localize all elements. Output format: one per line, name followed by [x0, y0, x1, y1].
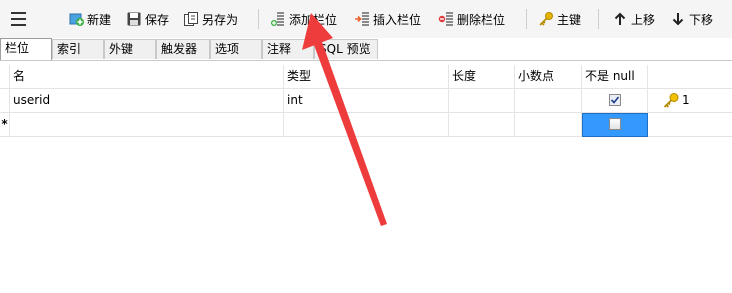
column-header-decimals[interactable]: 小数点 — [515, 65, 582, 89]
delete-field-button[interactable]: 删除栏位 — [438, 10, 505, 28]
field-length-cell[interactable] — [449, 89, 515, 113]
insert-field-button[interactable]: 插入栏位 — [354, 10, 421, 28]
tab-comment[interactable]: 注释 — [262, 39, 314, 59]
tab-sql-preview-label: SQL 预览 — [319, 42, 371, 56]
row-marker-header — [0, 65, 10, 89]
field-decimals-cell[interactable] — [515, 113, 582, 137]
toolbar-separator — [526, 9, 527, 29]
tab-triggers-label: 触发器 — [161, 42, 198, 56]
field-type-cell[interactable]: int — [284, 89, 449, 113]
primary-key-button-label: 主键 — [557, 12, 582, 27]
table-row[interactable]: * — [0, 113, 732, 137]
column-header-key — [648, 65, 732, 89]
move-up-button-label: 上移 — [631, 12, 656, 27]
tab-options-label: 选项 — [215, 42, 240, 56]
tab-sql-preview[interactable]: SQL 预览 — [314, 39, 378, 59]
new-row-marker: * — [0, 113, 10, 137]
tab-options[interactable]: 选项 — [210, 39, 262, 59]
column-header-type[interactable]: 类型 — [284, 65, 449, 89]
field-decimals-cell[interactable] — [515, 89, 582, 113]
column-header-name[interactable]: 名 — [10, 65, 284, 89]
field-name-cell[interactable] — [10, 113, 284, 137]
insert-field-button-label: 插入栏位 — [373, 12, 422, 27]
add-field-button-label: 添加栏位 — [289, 12, 338, 27]
not-null-checkbox[interactable] — [609, 118, 621, 130]
new-button-label: 新建 — [87, 12, 112, 27]
field-type-cell[interactable] — [284, 113, 449, 137]
save-button[interactable]: 保存 — [126, 10, 169, 28]
menu-icon[interactable] — [11, 12, 26, 26]
add-field-icon — [270, 11, 286, 27]
insert-field-icon — [354, 11, 370, 27]
field-not-null-cell-selected[interactable] — [582, 113, 648, 137]
field-key-cell[interactable] — [648, 113, 732, 137]
toolbar-separator — [258, 9, 259, 29]
grid-header: 名 类型 长度 小数点 不是 null — [0, 65, 732, 89]
field-name-cell[interactable]: userid — [10, 89, 284, 113]
save-icon — [126, 11, 142, 27]
key-icon — [538, 11, 554, 27]
tab-comment-label: 注释 — [267, 42, 292, 56]
row-marker — [0, 89, 10, 113]
not-null-checkbox[interactable] — [609, 94, 621, 106]
field-not-null-cell[interactable] — [582, 89, 648, 113]
delete-field-button-label: 删除栏位 — [457, 12, 506, 27]
new-table-icon — [68, 11, 84, 27]
key-order: 1 — [682, 93, 690, 107]
new-button[interactable]: 新建 — [68, 10, 111, 28]
save-as-button[interactable]: 另存为 — [183, 10, 238, 28]
tab-indexes-label: 索引 — [57, 42, 82, 56]
move-down-button[interactable]: 下移 — [670, 10, 713, 28]
delete-field-icon — [438, 11, 454, 27]
tab-bar: 栏位 索引 外键 触发器 选项 注释 SQL 预览 — [0, 38, 732, 61]
tab-triggers[interactable]: 触发器 — [156, 39, 210, 59]
tab-fields-label: 栏位 — [5, 41, 30, 55]
column-header-not-null[interactable]: 不是 null — [582, 65, 648, 89]
save-as-icon — [183, 11, 199, 27]
toolbar: 新建 保存 另存为 添加栏位 插入栏位 删除栏位 主键 上移 下移 — [0, 0, 732, 38]
field-key-cell[interactable]: 1 — [648, 89, 732, 113]
field-length-cell[interactable] — [449, 113, 515, 137]
primary-key-button[interactable]: 主键 — [538, 10, 581, 28]
save-as-button-label: 另存为 — [202, 12, 239, 27]
toolbar-separator — [598, 9, 599, 29]
add-field-button[interactable]: 添加栏位 — [270, 10, 337, 28]
table-row[interactable]: userid int 1 — [0, 89, 732, 113]
tab-foreign-keys[interactable]: 外键 — [104, 39, 156, 59]
tab-foreign-keys-label: 外键 — [109, 42, 134, 56]
tab-indexes[interactable]: 索引 — [52, 39, 104, 59]
save-button-label: 保存 — [145, 12, 170, 27]
move-up-button[interactable]: 上移 — [612, 10, 655, 28]
arrow-up-icon — [612, 11, 628, 27]
arrow-down-icon — [670, 11, 686, 27]
tab-fields[interactable]: 栏位 — [0, 38, 52, 60]
move-down-button-label: 下移 — [689, 12, 714, 27]
column-header-length[interactable]: 长度 — [449, 65, 515, 89]
